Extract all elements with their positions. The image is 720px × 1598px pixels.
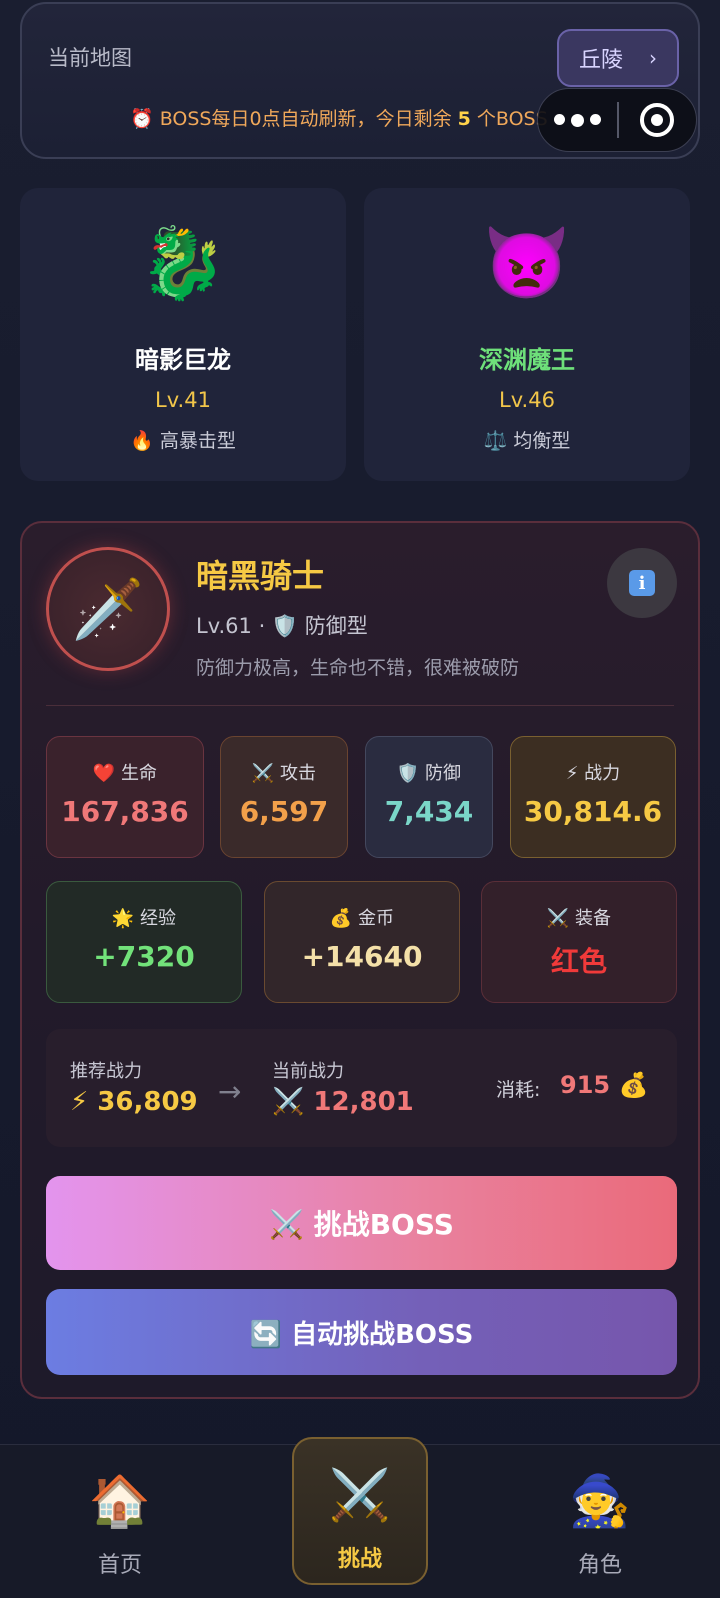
info-button[interactable]: i bbox=[607, 548, 677, 618]
chevron-right-icon: › bbox=[649, 46, 657, 70]
boss-option-level: Lv.41 bbox=[155, 388, 211, 412]
current-map-label: 当前地图 bbox=[48, 46, 132, 70]
boss-option-name: 暗影巨龙 bbox=[135, 346, 231, 374]
auto-challenge-button[interactable]: 🔄 自动挑战BOSS bbox=[46, 1289, 677, 1375]
boss-level-type: Lv.61 · 🛡️ 防御型 bbox=[196, 614, 368, 638]
arrow-right-icon: → bbox=[218, 1075, 242, 1108]
stat-defense: 🛡️ 防御 7,434 bbox=[365, 736, 493, 858]
cost-label: 消耗: bbox=[496, 1079, 541, 1101]
wizard-icon: 🧙 bbox=[568, 1472, 632, 1530]
reward-exp: 🌟 经验 +7320 bbox=[46, 881, 242, 1003]
boss-option-card[interactable]: 👿 深渊魔王 Lv.46 ⚖️ 均衡型 bbox=[364, 188, 690, 481]
current-power-label: 当前战力 bbox=[272, 1061, 344, 1082]
stat-value: 7,434 bbox=[384, 795, 474, 828]
tab-character[interactable]: 🧙 角色 bbox=[510, 1445, 690, 1598]
reward-gold: 💰 金币 +14640 bbox=[264, 881, 460, 1003]
stat-value: 30,814.6 bbox=[523, 795, 663, 828]
stat-value: 167,836 bbox=[61, 795, 189, 828]
miniprogram-capsule bbox=[537, 88, 697, 152]
challenge-boss-button[interactable]: ⚔️ 挑战BOSS bbox=[46, 1176, 677, 1270]
dragon-icon: 🐉 bbox=[139, 222, 227, 304]
tab-label: 首页 bbox=[97, 1553, 142, 1578]
stat-attack: ⚔️ 攻击 6,597 bbox=[220, 736, 348, 858]
info-icon: i bbox=[629, 570, 655, 596]
boss-option-type: ⚖️ 均衡型 bbox=[483, 430, 571, 452]
tab-home[interactable]: 🏠 首页 bbox=[30, 1445, 210, 1598]
boss-option-name: 深渊魔王 bbox=[479, 346, 575, 374]
selected-boss-panel: 🗡️ 暗黑骑士 Lv.61 · 🛡️ 防御型 防御力极高，生命也不错，很难被破防… bbox=[20, 521, 700, 1399]
recommended-power-label: 推荐战力 bbox=[70, 1061, 142, 1082]
boss-option-level: Lv.46 bbox=[499, 388, 555, 412]
tab-label: 挑战 bbox=[337, 1547, 382, 1572]
boss-refresh-notice: ⏰ BOSS每日0点自动刷新，今日剩余 5 个BOSS bbox=[130, 104, 548, 131]
house-icon: 🏠 bbox=[88, 1472, 152, 1530]
more-menu-icon[interactable] bbox=[538, 113, 617, 127]
current-power-value: ⚔️ 12,801 bbox=[272, 1087, 414, 1117]
recommended-power-value: ⚡ 36,809 bbox=[70, 1087, 198, 1117]
reward-equipment: ⚔️ 装备 红色 bbox=[481, 881, 677, 1003]
stat-label: 🛡️ 防御 bbox=[396, 763, 462, 784]
bottom-tabbar: 🏠 首页 ⚔️ 挑战 🧙 角色 bbox=[0, 1437, 720, 1598]
tab-label: 角色 bbox=[577, 1553, 622, 1578]
boss-option-card[interactable]: 🐉 暗影巨龙 Lv.41 🔥 高暴击型 bbox=[20, 188, 346, 481]
stat-label: ❤️ 生命 bbox=[92, 763, 158, 784]
demon-icon: 👿 bbox=[483, 222, 571, 304]
stat-hp: ❤️ 生命 167,836 bbox=[46, 736, 204, 858]
tab-challenge[interactable]: ⚔️ 挑战 bbox=[292, 1437, 428, 1585]
boss-name: 暗黑骑士 bbox=[196, 557, 325, 595]
reward-value: +7320 bbox=[93, 940, 195, 973]
dagger-icon: 🗡️ bbox=[46, 547, 170, 671]
remaining-boss-count: 5 bbox=[457, 108, 471, 130]
map-select-button[interactable]: 丘陵 › bbox=[557, 29, 679, 87]
crossed-swords-icon: ⚔️ bbox=[328, 1466, 392, 1524]
boss-option-type: 🔥 高暴击型 bbox=[130, 430, 236, 452]
power-compare-box: 推荐战力 ⚡ 36,809 → 当前战力 ⚔️ 12,801 消耗: 915 💰 bbox=[46, 1029, 677, 1147]
map-name: 丘陵 bbox=[578, 48, 623, 73]
stat-value: 6,597 bbox=[239, 795, 329, 828]
boss-description: 防御力极高，生命也不错，很难被破防 bbox=[196, 657, 520, 679]
divider bbox=[46, 705, 674, 706]
close-miniprogram-icon[interactable] bbox=[619, 103, 696, 137]
stat-label: ⚡ 战力 bbox=[565, 763, 621, 784]
refresh-text: ⏰ BOSS每日0点自动刷新，今日剩余 bbox=[130, 108, 452, 130]
reward-label: 💰 金币 bbox=[329, 908, 395, 929]
cost-value: 915 💰 bbox=[560, 1071, 649, 1099]
reward-value: +14640 bbox=[301, 940, 423, 973]
reward-value: 红色 bbox=[550, 945, 607, 978]
reward-label: ⚔️ 装备 bbox=[546, 908, 612, 929]
stat-label: ⚔️ 攻击 bbox=[251, 763, 317, 784]
stat-power: ⚡ 战力 30,814.6 bbox=[510, 736, 676, 858]
reward-label: 🌟 经验 bbox=[111, 908, 177, 929]
